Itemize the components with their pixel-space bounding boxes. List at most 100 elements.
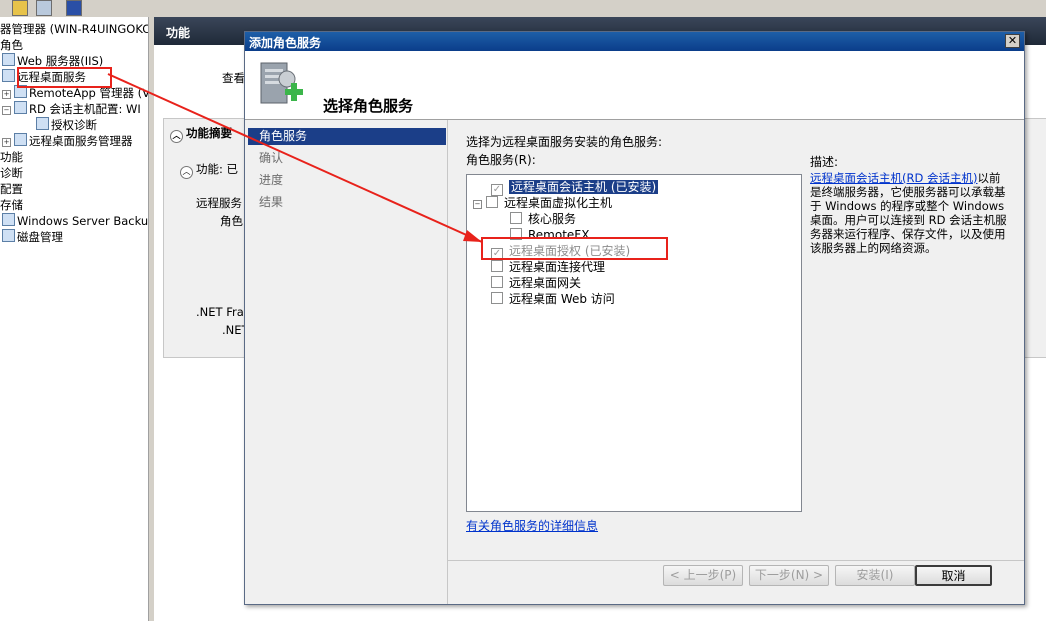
service-label: 核心服务 xyxy=(528,212,577,226)
tree-root-label: 器管理器 (WIN-R4UINGOKCJ xyxy=(0,22,148,36)
role-services-list[interactable]: ✓ 远程桌面会话主机 (已安装) − 远程桌面虚拟化主机 核心服务 RemoteFX… xyxy=(466,174,802,512)
tree-item-label: 远程桌面服务 xyxy=(17,70,86,84)
collapse-icon[interactable]: − xyxy=(2,106,11,115)
tree-item-label: 远程桌面服务管理器 xyxy=(29,134,133,148)
tree-item-features[interactable]: 功能 xyxy=(0,149,23,165)
checkbox[interactable] xyxy=(486,196,498,208)
service-rd-session-host[interactable]: ✓ 远程桌面会话主机 (已安装) xyxy=(491,179,659,196)
tree-item-disk[interactable]: 磁盘管理 xyxy=(2,229,63,245)
prev-button[interactable]: < 上一步(P) xyxy=(663,565,743,586)
nav-role-services[interactable]: 角色服务 xyxy=(248,128,446,145)
banner-title: 选择角色服务 xyxy=(323,97,414,115)
service-label: 远程桌面连接代理 xyxy=(509,260,606,274)
checkbox[interactable] xyxy=(491,260,503,272)
service-rd-gateway[interactable]: 远程桌面网关 xyxy=(491,275,581,291)
tree-item-label: RD 会话主机配置: WI xyxy=(29,102,141,116)
tree-item-label: 角色 xyxy=(0,38,23,52)
features-row[interactable]: ︿ 功能: 已 xyxy=(180,161,238,179)
tree-item-web-server[interactable]: Web 服务器(IIS) xyxy=(2,53,103,69)
cancel-button[interactable]: 取消 xyxy=(915,565,992,586)
web-server-icon xyxy=(2,53,15,66)
net-framework-text: .NET Fra xyxy=(196,305,244,319)
service-rd-virtualization-host[interactable]: − 远程桌面虚拟化主机 xyxy=(473,195,612,211)
service-rd-licensing[interactable]: ✓ 远程桌面授权 (已安装) xyxy=(491,243,631,260)
tree-item-label: 存储 xyxy=(0,198,23,212)
remoteapp-icon xyxy=(14,85,27,98)
tree-item-roles[interactable]: 角色 xyxy=(0,37,23,53)
tree-item-remoteapp[interactable]: + RemoteApp 管理器 (V xyxy=(2,85,148,101)
next-button[interactable]: 下一步(N) > xyxy=(749,565,829,586)
console-icon[interactable] xyxy=(36,0,52,16)
wizard-content: 选择为远程桌面服务安装的角色服务: 角色服务(R): ✓ 远程桌面会话主机 (已安… xyxy=(448,120,1024,604)
tree-item-label: 磁盘管理 xyxy=(17,230,63,244)
features-header-title: 功能 xyxy=(166,26,191,40)
tree-item-label: Web 服务器(IIS) xyxy=(17,54,104,68)
service-label: 远程桌面会话主机 (已安装) xyxy=(509,180,659,194)
expand-icon[interactable]: + xyxy=(2,138,11,147)
service-label: RemoteFX xyxy=(528,228,590,242)
toolbar xyxy=(0,0,1046,18)
dialog-title: 添加角色服务 xyxy=(249,36,322,50)
tree-root[interactable]: 器管理器 (WIN-R4UINGOKCJ xyxy=(0,21,148,37)
tree-item-label: RemoteApp 管理器 (V xyxy=(29,86,148,100)
wizard-nav: 角色服务 确认 进度 结果 xyxy=(245,120,448,604)
tree-item-rd-config[interactable]: − RD 会话主机配置: WI xyxy=(2,101,141,117)
backup-icon xyxy=(2,213,15,226)
view-text: 查看 xyxy=(222,71,245,85)
tree-item-label: 诊断 xyxy=(0,166,23,180)
service-label: 远程桌面授权 (已安装) xyxy=(509,244,631,258)
install-button[interactable]: 安装(I) xyxy=(835,565,915,586)
nav-progress[interactable]: 进度 xyxy=(248,172,446,189)
service-label: 远程桌面网关 xyxy=(509,276,582,290)
remote-desktop-icon xyxy=(2,69,15,82)
license-diag-icon xyxy=(36,117,49,130)
list-label: 角色服务(R): xyxy=(466,153,536,167)
service-rd-web-access[interactable]: 远程桌面 Web 访问 xyxy=(491,291,615,307)
summary-header[interactable]: ︿ 功能摘要 xyxy=(170,125,232,143)
dialog-titlebar[interactable] xyxy=(245,32,1024,51)
tree-item-remote-desktop[interactable]: 远程桌面服务 xyxy=(2,69,86,85)
checkbox[interactable] xyxy=(491,292,503,304)
add-role-services-dialog: 添加角色服务 ✕ 选择角色服务 角色服务 确认 进度 结果 选择为远程桌面服务安… xyxy=(244,31,1025,605)
rds-partial-text: 远程服务 xyxy=(196,196,242,210)
instruction-text: 选择为远程桌面服务安装的角色服务: xyxy=(466,135,663,149)
close-icon[interactable]: ✕ xyxy=(1005,34,1020,48)
tree-item-label: 配置 xyxy=(0,182,23,196)
button-separator xyxy=(448,560,1024,561)
service-label: 远程桌面 Web 访问 xyxy=(509,292,615,306)
service-label: 远程桌面虚拟化主机 xyxy=(504,196,613,210)
wizard-icon[interactable] xyxy=(12,0,28,16)
disk-icon xyxy=(2,229,15,242)
tree-item-storage[interactable]: 存储 xyxy=(0,197,23,213)
rd-manager-icon xyxy=(14,133,27,146)
tree-item-configuration[interactable]: 配置 xyxy=(0,181,23,197)
rd-config-icon xyxy=(14,101,27,114)
summary-title: 功能摘要 xyxy=(186,126,232,140)
service-core[interactable]: 核心服务 xyxy=(510,211,576,227)
nav-confirm[interactable]: 确认 xyxy=(248,150,446,167)
features-label: 功能: 已 xyxy=(196,162,239,176)
help-icon[interactable] xyxy=(66,0,82,16)
dialog-banner: 选择角色服务 xyxy=(245,51,1024,120)
service-remotefx[interactable]: RemoteFX xyxy=(510,227,589,243)
expand-icon[interactable]: + xyxy=(2,90,11,99)
service-rd-connection-broker[interactable]: 远程桌面连接代理 xyxy=(491,259,605,275)
nav-results[interactable]: 结果 xyxy=(248,194,446,211)
tree-item-label: 授权诊断 xyxy=(51,118,97,132)
tree-item-license-diag[interactable]: 授权诊断 xyxy=(36,117,97,133)
tree-item-label: 功能 xyxy=(0,150,23,164)
checkbox[interactable] xyxy=(510,228,522,240)
role-services-info-link[interactable]: 有关角色服务的详细信息 xyxy=(466,517,598,534)
checkbox[interactable] xyxy=(491,276,503,288)
server-manager-tree: 器管理器 (WIN-R4UINGOKCJ 角色 Web 服务器(IIS) 远程桌… xyxy=(0,17,148,621)
tree-item-backup[interactable]: Windows Server Backup xyxy=(2,213,148,229)
description-title: 描述: xyxy=(810,155,839,169)
collapse-up-icon[interactable]: ︿ xyxy=(170,130,183,143)
checkbox[interactable] xyxy=(510,212,522,224)
collapse-icon[interactable]: − xyxy=(473,200,482,209)
collapse-up-icon[interactable]: ︿ xyxy=(180,166,193,179)
tree-item-rd-manager[interactable]: + 远程桌面服务管理器 xyxy=(2,133,133,149)
tree-item-diagnostics[interactable]: 诊断 xyxy=(0,165,23,181)
server-roles-icon xyxy=(260,62,303,104)
description-link[interactable]: 远程桌面会话主机(RD 会话主机) xyxy=(810,171,977,185)
